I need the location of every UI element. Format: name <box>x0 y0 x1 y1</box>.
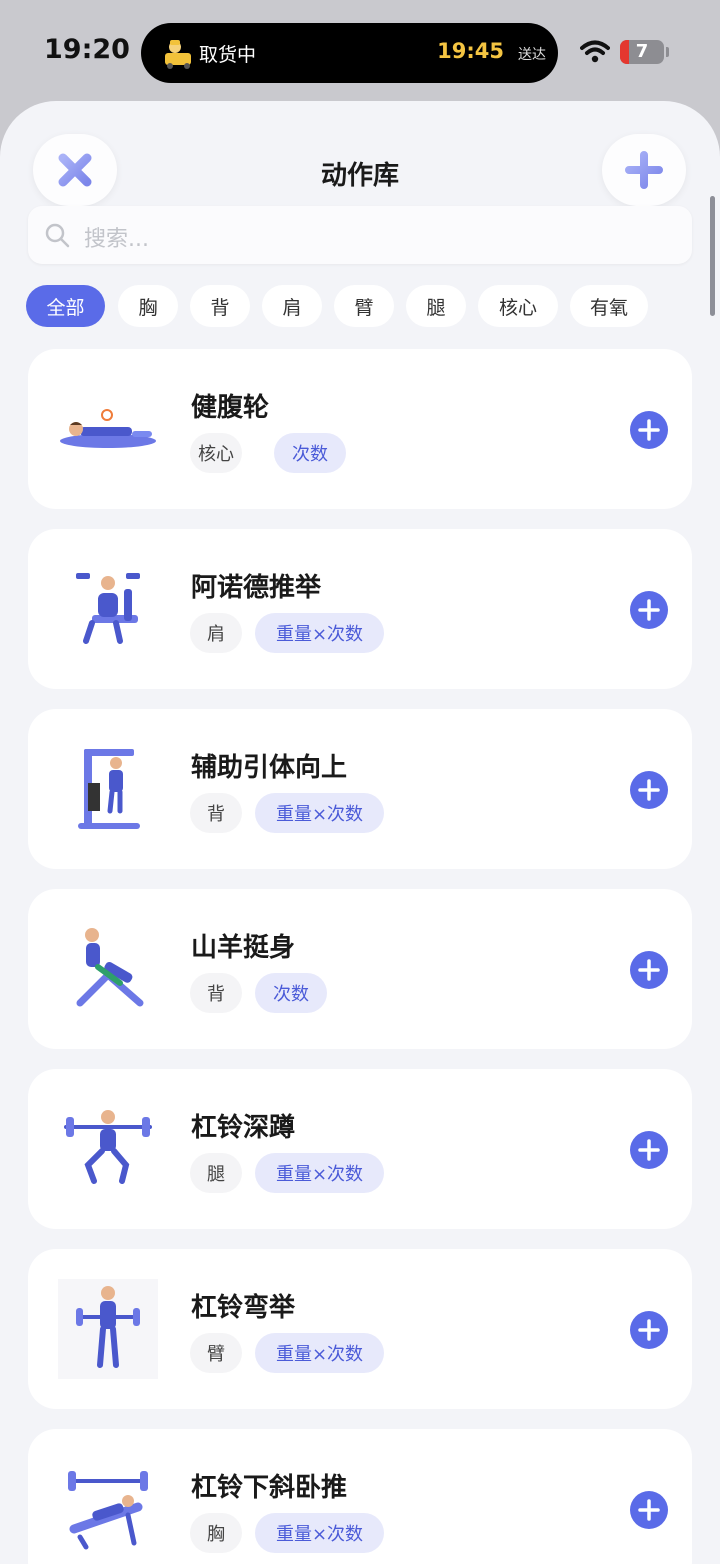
metric-tag: 次数 <box>255 973 327 1013</box>
exercise-card[interactable]: 杠铃下斜卧推 胸 重量×次数 <box>28 1429 692 1564</box>
add-exercise-button[interactable] <box>602 134 686 206</box>
add-to-workout-icon[interactable] <box>630 591 668 629</box>
scrollbar[interactable] <box>710 196 715 316</box>
exercise-name: 健腹轮 <box>191 393 270 423</box>
battery-tip <box>666 47 669 57</box>
barbell-squat-illustration <box>64 1110 152 1184</box>
add-to-workout-icon[interactable] <box>630 951 668 989</box>
add-to-workout-icon[interactable] <box>630 411 668 449</box>
plus-icon <box>625 151 663 189</box>
arnold-press-illustration <box>76 573 140 644</box>
filter-chip-leg[interactable]: 腿 <box>406 285 466 327</box>
exercise-card[interactable]: 健腹轮 核心 次数 <box>28 349 692 509</box>
muscle-tag: 胸 <box>190 1513 242 1553</box>
muscle-tag: 背 <box>190 793 242 833</box>
metric-tag: 次数 <box>274 433 346 473</box>
wifi-icon <box>580 40 610 63</box>
muscle-tag: 核心 <box>190 433 242 473</box>
exercise-name: 杠铃下斜卧推 <box>191 1473 348 1503</box>
exercise-card[interactable]: 阿诺德推举 肩 重量×次数 <box>28 529 692 689</box>
filter-chip-cardio[interactable]: 有氧 <box>570 285 648 327</box>
exercise-name: 杠铃深蹲 <box>191 1113 296 1143</box>
add-to-workout-icon[interactable] <box>630 1491 668 1529</box>
exercise-card[interactable]: 杠铃弯举 臂 重量×次数 <box>28 1249 692 1409</box>
back-extension-illustration <box>76 928 144 1007</box>
exercise-card[interactable]: 山羊挺身 背 次数 <box>28 889 692 1049</box>
metric-tag: 重量×次数 <box>255 793 384 833</box>
add-to-workout-icon[interactable] <box>630 1131 668 1169</box>
exercise-name: 杠铃弯举 <box>191 1293 296 1323</box>
courier-icon <box>165 40 191 69</box>
activity-status: 取货中 <box>199 44 257 66</box>
battery-level: 7 <box>635 41 649 62</box>
exercise-name: 阿诺德推举 <box>191 573 322 603</box>
search-icon <box>45 223 70 248</box>
filter-chip-core[interactable]: 核心 <box>478 285 558 327</box>
metric-tag: 重量×次数 <box>255 1333 384 1373</box>
exercise-card[interactable]: 辅助引体向上 背 重量×次数 <box>28 709 692 869</box>
decline-bench-press-illustration <box>68 1471 148 1550</box>
assisted-pull-up-illustration <box>78 749 140 829</box>
exercise-card[interactable]: 杠铃深蹲 腿 重量×次数 <box>28 1069 692 1229</box>
filter-chip-back[interactable]: 背 <box>190 285 250 327</box>
search-input[interactable]: 搜索... <box>28 206 692 264</box>
filter-chip-all[interactable]: 全部 <box>26 285 105 327</box>
status-time: 19:20 <box>44 34 130 65</box>
metric-tag: 重量×次数 <box>255 1153 384 1193</box>
muscle-tag: 背 <box>190 973 242 1013</box>
dynamic-island-delivery-activity[interactable]: 取货中 19:45 送达 <box>141 23 558 83</box>
exercise-name: 山羊挺身 <box>191 933 296 963</box>
filter-chip-arm[interactable]: 臂 <box>334 285 394 327</box>
search-placeholder: 搜索... <box>84 227 149 252</box>
barbell-curl-illustration <box>58 1279 158 1379</box>
status-bar: 19:20 取货中 19:45 送达 7 <box>0 0 720 100</box>
muscle-tag: 腿 <box>190 1153 242 1193</box>
metric-tag: 重量×次数 <box>255 613 384 653</box>
add-to-workout-icon[interactable] <box>630 1311 668 1349</box>
ab-wheel-illustration <box>60 409 156 448</box>
battery-indicator: 7 <box>620 40 664 64</box>
muscle-tag: 臂 <box>190 1333 242 1373</box>
activity-eta: 19:45 <box>437 39 504 63</box>
exercise-name: 辅助引体向上 <box>191 753 348 783</box>
activity-eta-label: 送达 <box>518 47 546 63</box>
filter-chip-shoulder[interactable]: 肩 <box>262 285 322 327</box>
metric-tag: 重量×次数 <box>255 1513 384 1553</box>
exercise-library-sheet: 动作库 搜索... 全部 胸 背 肩 臂 腿 核心 有氧 健腹轮 核心 次数 阿… <box>0 101 720 1564</box>
filter-chip-chest[interactable]: 胸 <box>118 285 178 327</box>
add-to-workout-icon[interactable] <box>630 771 668 809</box>
muscle-tag: 肩 <box>190 613 242 653</box>
